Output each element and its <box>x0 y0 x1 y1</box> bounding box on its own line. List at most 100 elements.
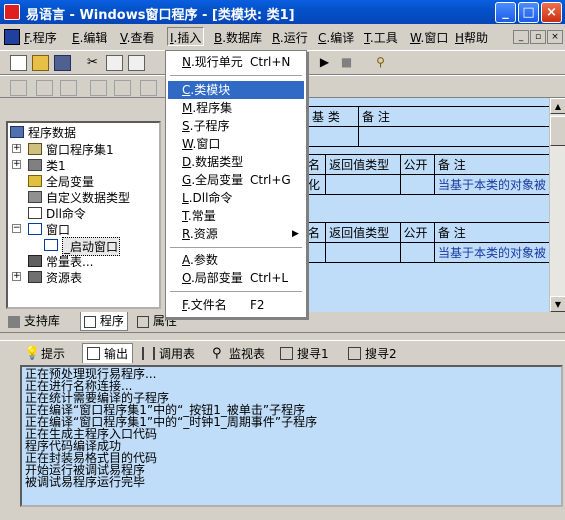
menu-compile[interactable]: C.编译 <box>318 29 354 46</box>
open-folder-icon[interactable] <box>32 55 49 71</box>
properties-icon <box>137 315 149 328</box>
menu-item-data-type[interactable]: D.数据类型 <box>168 153 304 171</box>
menu-bar: F.程序 E.编辑 V.查看 I.插入 B.数据库 R.运行 C.编译 T.工具… <box>0 24 565 50</box>
table-cell[interactable]: 化 <box>303 174 327 195</box>
copy-icon[interactable] <box>106 55 123 71</box>
collapse-minus-icon[interactable]: − <box>12 224 21 233</box>
tab-call-stack[interactable]: 调用表 <box>142 343 195 363</box>
table-cell[interactable] <box>303 242 327 263</box>
menu-database[interactable]: B.数据库 <box>214 29 262 46</box>
table-cell[interactable] <box>325 174 401 195</box>
stop-icon[interactable]: ■ <box>338 55 355 71</box>
document-icon <box>4 29 20 45</box>
tab-search2[interactable]: 搜寻2 <box>348 343 397 363</box>
tab-watch[interactable]: ⚲ 监视表 <box>212 343 265 363</box>
startup-window-icon <box>44 239 58 251</box>
menu-item-current-unit[interactable]: N.现行单元 Ctrl+N <box>168 53 304 71</box>
editor-scrollbar[interactable]: ▲ ▼ <box>549 98 565 312</box>
mdi-minimize-button[interactable]: _ <box>513 30 529 44</box>
global-variable-icon <box>28 175 42 187</box>
menu-separator <box>170 291 302 292</box>
table-header: 名 <box>303 222 327 243</box>
tab-search1[interactable]: 搜寻1 <box>280 343 329 363</box>
output-panel[interactable]: 正在预处理现行易程序... 正在进行名称连接... 正在统计需要编译的子程序 正… <box>20 365 563 507</box>
menu-insert[interactable]: I.插入 <box>167 27 205 46</box>
align-middle-icon[interactable] <box>114 80 131 96</box>
magnifier-icon: ⚲ <box>212 345 222 361</box>
align-right-icon[interactable] <box>60 80 77 96</box>
hint-icon: 💡 <box>24 345 41 361</box>
resource-icon <box>28 271 42 283</box>
menu-edit[interactable]: E.编辑 <box>72 29 107 46</box>
close-button[interactable]: × <box>541 2 562 23</box>
minimize-button[interactable]: _ <box>495 2 516 23</box>
scroll-thumb[interactable] <box>550 116 565 146</box>
table-cell[interactable] <box>399 174 435 195</box>
cut-icon[interactable]: ✂ <box>84 55 101 71</box>
table-cell[interactable] <box>308 126 359 147</box>
new-file-icon[interactable] <box>10 55 27 71</box>
custom-type-icon <box>28 191 42 203</box>
save-icon[interactable] <box>54 55 71 71</box>
splitter[interactable] <box>0 332 565 340</box>
menu-item-global-variable[interactable]: G.全局变量 Ctrl+G <box>168 171 304 189</box>
paste-icon[interactable] <box>128 55 145 71</box>
tab-hint[interactable]: 💡 提示 <box>24 343 65 363</box>
library-icon <box>8 315 20 328</box>
app-logo-icon <box>4 4 20 20</box>
menu-item-local-variable[interactable]: O.局部变量 Ctrl+L <box>168 269 304 287</box>
tab-support-library[interactable]: 支持库 <box>8 312 60 331</box>
expand-plus-icon[interactable]: + <box>12 272 21 281</box>
table-cell[interactable] <box>325 242 401 263</box>
search-icon <box>280 346 293 360</box>
expand-plus-icon[interactable]: + <box>12 144 21 153</box>
align-bottom-icon[interactable] <box>140 80 157 96</box>
table-cell[interactable] <box>399 242 435 263</box>
align-top-icon[interactable] <box>90 80 107 96</box>
project-tree[interactable]: 程序数据 + 窗口程序集1 + 类1 全局变量 自定义数据类型 Dll命令 − … <box>6 121 161 309</box>
menu-item-subroutine[interactable]: S.子程序 <box>168 117 304 135</box>
menu-item-filename[interactable]: F.文件名 F2 <box>168 296 304 314</box>
expand-plus-icon[interactable]: + <box>12 160 21 169</box>
align-center-icon[interactable] <box>36 80 53 96</box>
maximize-button[interactable]: □ <box>518 2 539 23</box>
menu-view[interactable]: V.查看 <box>120 29 155 46</box>
mdi-restore-button[interactable]: ▫ <box>530 30 546 44</box>
table-cell[interactable]: 当基于本类的对象被 <box>433 174 551 195</box>
class-table: 基 类备 注 <box>308 106 550 147</box>
constant-icon <box>28 255 42 267</box>
align-left-icon[interactable] <box>10 80 27 96</box>
menu-item-resource[interactable]: R.资源 ▶ <box>168 225 304 243</box>
mdi-close-button[interactable]: × <box>547 30 563 44</box>
menu-item-dll-command[interactable]: L.Dll命令 <box>168 189 304 207</box>
menu-item-parameter[interactable]: A.参数 <box>168 251 304 269</box>
menu-item-assembly[interactable]: M.程序集 <box>168 99 304 117</box>
dll-command-icon <box>28 207 42 219</box>
table-header: 基 类 <box>308 106 359 127</box>
menu-program[interactable]: F.程序 <box>24 29 57 46</box>
window-title: 易语言 - Windows窗口程序 - [类模块: 类1] <box>26 8 295 23</box>
table-cell[interactable] <box>358 126 550 147</box>
table-header: 公开 <box>399 154 435 175</box>
menu-item-class-module[interactable]: C.类模块 <box>168 81 304 99</box>
run-icon[interactable]: ▶ <box>316 55 333 71</box>
menu-item-constant[interactable]: T.常量 <box>168 207 304 225</box>
menu-window[interactable]: W.窗口 <box>410 29 448 46</box>
window-icon <box>28 223 42 235</box>
search-icon <box>348 346 361 360</box>
menu-help[interactable]: H帮助 <box>455 29 488 46</box>
menu-run[interactable]: R.运行 <box>272 29 308 46</box>
table-header: 备 注 <box>358 106 550 127</box>
menu-item-window[interactable]: W.窗口 <box>168 135 304 153</box>
table-cell[interactable]: 当基于本类的对象被 <box>433 242 551 263</box>
program-data-icon <box>10 126 24 138</box>
assembly-icon <box>28 143 42 155</box>
find-icon[interactable]: ⚲ <box>372 55 389 71</box>
scroll-down-icon[interactable]: ▼ <box>550 296 565 312</box>
tab-program[interactable]: 程序 <box>80 312 128 331</box>
scroll-up-icon[interactable]: ▲ <box>550 98 565 114</box>
tab-output[interactable]: 输出 <box>82 343 134 363</box>
menu-tools[interactable]: T.工具 <box>364 29 398 46</box>
table-header: 名 <box>303 154 327 175</box>
table-header: 备 注 <box>433 154 551 175</box>
